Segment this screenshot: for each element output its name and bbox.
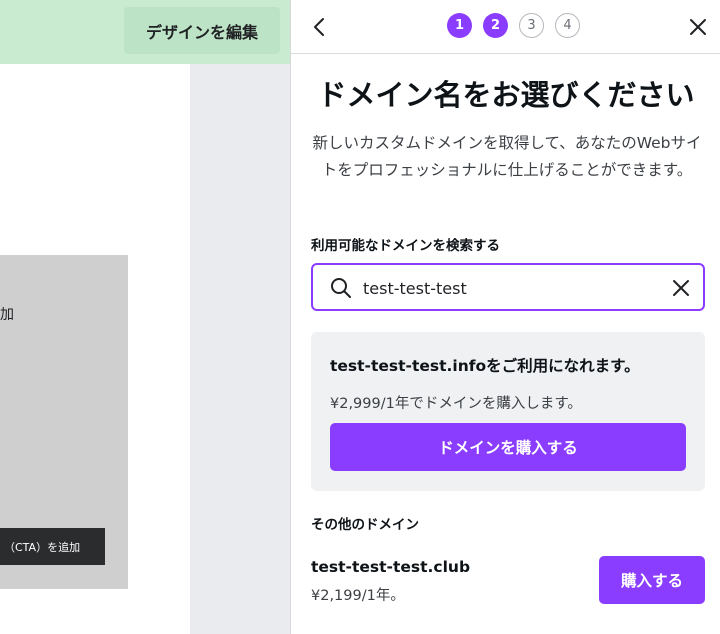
edit-design-button[interactable]: デザインを編集 xyxy=(124,7,280,54)
other-domains-label: その他のドメイン xyxy=(311,517,419,533)
step-indicator: 1 2 3 4 xyxy=(447,13,580,38)
panel-description: 新しいカスタムドメインを取得して、あなたのWebサイトをプロフェッショナルに仕上… xyxy=(312,134,702,179)
domain-search-box xyxy=(311,263,705,311)
other-domain-name: test-test-test.club xyxy=(311,558,471,576)
step-3: 3 xyxy=(519,13,544,38)
step-1: 1 xyxy=(447,13,472,38)
close-button[interactable] xyxy=(683,12,713,42)
chevron-left-icon xyxy=(314,18,324,36)
step-2: 2 xyxy=(483,13,508,38)
featured-domain-availability: test-test-test.infoをご利用になれます。 xyxy=(330,357,640,375)
domain-panel: 1 2 3 4 ドメイン名をお選びください 新しいカスタムドメインを取得して、あ… xyxy=(290,0,720,634)
editor-header: デザインを編集 xyxy=(0,0,290,64)
add-text-fragment: 加 xyxy=(0,307,14,323)
featured-domain-price: ¥2,999/1年でドメインを購入します。 xyxy=(330,396,582,412)
panel-topbar: 1 2 3 4 xyxy=(291,0,720,54)
featured-domain-card: test-test-test.infoをご利用になれます。 ¥2,999/1年で… xyxy=(311,332,705,491)
clear-search-button[interactable] xyxy=(669,276,693,300)
close-icon xyxy=(690,19,706,35)
domain-search-input[interactable] xyxy=(363,275,653,301)
buy-domain-button[interactable]: ドメインを購入する xyxy=(330,423,686,471)
clear-icon xyxy=(673,280,689,296)
cta-tooltip: （CTA）を追加 xyxy=(0,528,105,565)
search-label: 利用可能なドメインを検索する xyxy=(311,238,500,254)
cta-tooltip-label: （CTA）を追加 xyxy=(4,540,81,554)
search-icon xyxy=(331,278,351,298)
list-item: test-test-test.club ¥2,199/1年。 購入する xyxy=(311,550,705,610)
other-domain-price: ¥2,199/1年。 xyxy=(311,588,405,604)
page-title: ドメイン名をお選びください xyxy=(317,78,695,112)
step-4: 4 xyxy=(555,13,580,38)
editor-background: デザインを編集 加 （CTA）を追加 xyxy=(0,0,290,634)
canvas-gutter xyxy=(190,64,290,634)
back-button[interactable] xyxy=(305,12,335,42)
buy-other-domain-button[interactable]: 購入する xyxy=(599,556,705,604)
